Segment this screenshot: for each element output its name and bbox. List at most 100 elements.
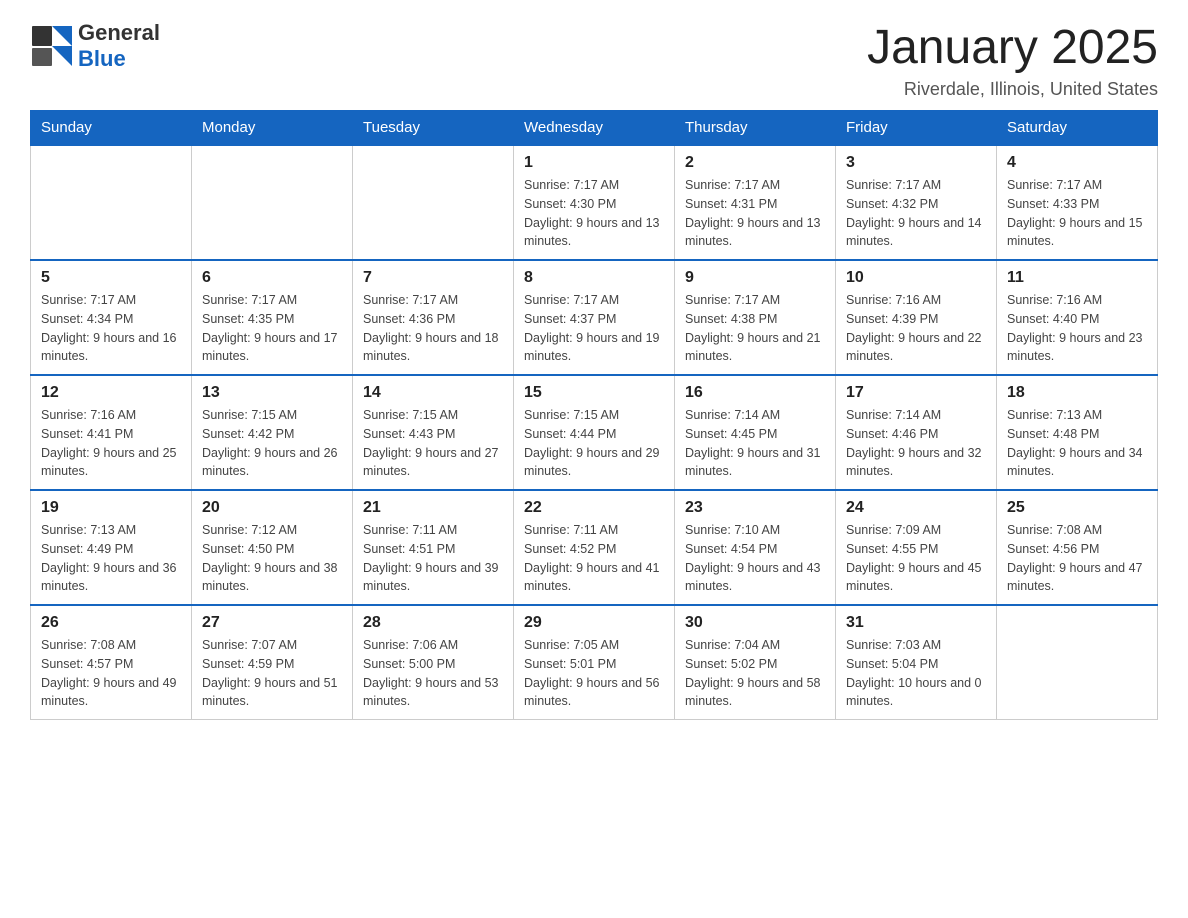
logo: General Blue <box>30 20 160 73</box>
calendar-cell: 7 Sunrise: 7:17 AMSunset: 4:36 PMDaylight… <box>353 260 514 375</box>
calendar-cell: 14 Sunrise: 7:15 AMSunset: 4:43 PMDayligh… <box>353 375 514 490</box>
day-number: 3 <box>846 154 986 172</box>
day-info: Sunrise: 7:16 AMSunset: 4:40 PMDaylight:… <box>1007 291 1147 366</box>
day-info: Sunrise: 7:10 AMSunset: 4:54 PMDaylight:… <box>685 521 825 596</box>
calendar-header: SundayMondayTuesdayWednesdayThursdayFrid… <box>31 111 1158 146</box>
day-number: 27 <box>202 614 342 632</box>
day-info: Sunrise: 7:17 AMSunset: 4:33 PMDaylight:… <box>1007 176 1147 251</box>
day-info: Sunrise: 7:05 AMSunset: 5:01 PMDaylight:… <box>524 636 664 711</box>
calendar-cell: 21 Sunrise: 7:11 AMSunset: 4:51 PMDayligh… <box>353 490 514 605</box>
day-number: 30 <box>685 614 825 632</box>
day-number: 15 <box>524 384 664 402</box>
calendar-cell: 13 Sunrise: 7:15 AMSunset: 4:42 PMDayligh… <box>192 375 353 490</box>
day-info: Sunrise: 7:07 AMSunset: 4:59 PMDaylight:… <box>202 636 342 711</box>
day-number: 5 <box>41 269 181 287</box>
calendar-cell: 5 Sunrise: 7:17 AMSunset: 4:34 PMDaylight… <box>31 260 192 375</box>
col-header-wednesday: Wednesday <box>514 111 675 146</box>
calendar-cell: 8 Sunrise: 7:17 AMSunset: 4:37 PMDaylight… <box>514 260 675 375</box>
calendar-cell: 28 Sunrise: 7:06 AMSunset: 5:00 PMDayligh… <box>353 605 514 720</box>
calendar-table: SundayMondayTuesdayWednesdayThursdayFrid… <box>30 110 1158 720</box>
day-info: Sunrise: 7:17 AMSunset: 4:37 PMDaylight:… <box>524 291 664 366</box>
day-number: 4 <box>1007 154 1147 172</box>
calendar-week-2: 12 Sunrise: 7:16 AMSunset: 4:41 PMDayligh… <box>31 375 1158 490</box>
day-info: Sunrise: 7:11 AMSunset: 4:52 PMDaylight:… <box>524 521 664 596</box>
col-header-friday: Friday <box>836 111 997 146</box>
calendar-cell: 23 Sunrise: 7:10 AMSunset: 4:54 PMDayligh… <box>675 490 836 605</box>
day-number: 22 <box>524 499 664 517</box>
logo-line1: General <box>78 20 160 46</box>
calendar-week-1: 5 Sunrise: 7:17 AMSunset: 4:34 PMDaylight… <box>31 260 1158 375</box>
calendar-cell: 18Sunrise: 7:13 AMSunset: 4:48 PMDayligh… <box>997 375 1158 490</box>
day-number: 19 <box>41 499 181 517</box>
calendar-cell <box>997 605 1158 720</box>
day-number: 20 <box>202 499 342 517</box>
day-info: Sunrise: 7:11 AMSunset: 4:51 PMDaylight:… <box>363 521 503 596</box>
day-number: 2 <box>685 154 825 172</box>
calendar-cell <box>31 145 192 260</box>
day-number: 9 <box>685 269 825 287</box>
calendar-cell: 19 Sunrise: 7:13 AMSunset: 4:49 PMDayligh… <box>31 490 192 605</box>
day-number: 31 <box>846 614 986 632</box>
day-number: 18 <box>1007 384 1147 402</box>
calendar-cell: 12 Sunrise: 7:16 AMSunset: 4:41 PMDayligh… <box>31 375 192 490</box>
calendar-week-4: 26Sunrise: 7:08 AMSunset: 4:57 PMDayligh… <box>31 605 1158 720</box>
day-info: Sunrise: 7:17 AMSunset: 4:30 PMDaylight:… <box>524 176 664 251</box>
day-info: Sunrise: 7:15 AMSunset: 4:42 PMDaylight:… <box>202 406 342 481</box>
calendar-cell: 20 Sunrise: 7:12 AMSunset: 4:50 PMDayligh… <box>192 490 353 605</box>
calendar-cell <box>192 145 353 260</box>
day-number: 10 <box>846 269 986 287</box>
calendar-cell: 11 Sunrise: 7:16 AMSunset: 4:40 PMDayligh… <box>997 260 1158 375</box>
day-number: 11 <box>1007 269 1147 287</box>
calendar-cell: 6Sunrise: 7:17 AMSunset: 4:35 PMDaylight… <box>192 260 353 375</box>
day-info: Sunrise: 7:17 AMSunset: 4:31 PMDaylight:… <box>685 176 825 251</box>
calendar-cell: 16Sunrise: 7:14 AMSunset: 4:45 PMDayligh… <box>675 375 836 490</box>
calendar-cell: 29 Sunrise: 7:05 AMSunset: 5:01 PMDayligh… <box>514 605 675 720</box>
day-number: 12 <box>41 384 181 402</box>
calendar-cell: 10Sunrise: 7:16 AMSunset: 4:39 PMDayligh… <box>836 260 997 375</box>
day-info: Sunrise: 7:13 AMSunset: 4:49 PMDaylight:… <box>41 521 181 596</box>
day-info: Sunrise: 7:09 AMSunset: 4:55 PMDaylight:… <box>846 521 986 596</box>
calendar-week-3: 19 Sunrise: 7:13 AMSunset: 4:49 PMDayligh… <box>31 490 1158 605</box>
calendar-cell: 30Sunrise: 7:04 AMSunset: 5:02 PMDayligh… <box>675 605 836 720</box>
col-header-monday: Monday <box>192 111 353 146</box>
col-header-saturday: Saturday <box>997 111 1158 146</box>
calendar-cell: 26Sunrise: 7:08 AMSunset: 4:57 PMDayligh… <box>31 605 192 720</box>
day-info: Sunrise: 7:14 AMSunset: 4:45 PMDaylight:… <box>685 406 825 481</box>
col-header-thursday: Thursday <box>675 111 836 146</box>
day-number: 8 <box>524 269 664 287</box>
day-number: 13 <box>202 384 342 402</box>
day-number: 1 <box>524 154 664 172</box>
calendar-cell: 4 Sunrise: 7:17 AMSunset: 4:33 PMDaylight… <box>997 145 1158 260</box>
day-info: Sunrise: 7:15 AMSunset: 4:43 PMDaylight:… <box>363 406 503 481</box>
calendar-cell: 3 Sunrise: 7:17 AMSunset: 4:32 PMDaylight… <box>836 145 997 260</box>
day-number: 6 <box>202 269 342 287</box>
col-header-sunday: Sunday <box>31 111 192 146</box>
calendar-cell <box>353 145 514 260</box>
day-number: 21 <box>363 499 503 517</box>
title-area: January 2025 Riverdale, Illinois, United… <box>867 20 1158 100</box>
day-number: 24 <box>846 499 986 517</box>
day-info: Sunrise: 7:06 AMSunset: 5:00 PMDaylight:… <box>363 636 503 711</box>
calendar-cell: 31 Sunrise: 7:03 AMSunset: 5:04 PMDayligh… <box>836 605 997 720</box>
day-info: Sunrise: 7:15 AMSunset: 4:44 PMDaylight:… <box>524 406 664 481</box>
calendar-cell: 9Sunrise: 7:17 AMSunset: 4:38 PMDaylight… <box>675 260 836 375</box>
day-info: Sunrise: 7:17 AMSunset: 4:34 PMDaylight:… <box>41 291 181 366</box>
subtitle: Riverdale, Illinois, United States <box>867 79 1158 100</box>
day-info: Sunrise: 7:03 AMSunset: 5:04 PMDaylight:… <box>846 636 986 711</box>
day-info: Sunrise: 7:16 AMSunset: 4:41 PMDaylight:… <box>41 406 181 481</box>
day-number: 28 <box>363 614 503 632</box>
day-number: 7 <box>363 269 503 287</box>
main-title: January 2025 <box>867 20 1158 75</box>
day-number: 14 <box>363 384 503 402</box>
day-number: 26 <box>41 614 181 632</box>
day-number: 25 <box>1007 499 1147 517</box>
day-info: Sunrise: 7:12 AMSunset: 4:50 PMDaylight:… <box>202 521 342 596</box>
calendar-cell: 17Sunrise: 7:14 AMSunset: 4:46 PMDayligh… <box>836 375 997 490</box>
day-number: 29 <box>524 614 664 632</box>
day-number: 17 <box>846 384 986 402</box>
day-info: Sunrise: 7:17 AMSunset: 4:36 PMDaylight:… <box>363 291 503 366</box>
calendar-week-0: 1 Sunrise: 7:17 AMSunset: 4:30 PMDaylight… <box>31 145 1158 260</box>
day-number: 23 <box>685 499 825 517</box>
day-info: Sunrise: 7:17 AMSunset: 4:32 PMDaylight:… <box>846 176 986 251</box>
calendar-cell: 15 Sunrise: 7:15 AMSunset: 4:44 PMDayligh… <box>514 375 675 490</box>
